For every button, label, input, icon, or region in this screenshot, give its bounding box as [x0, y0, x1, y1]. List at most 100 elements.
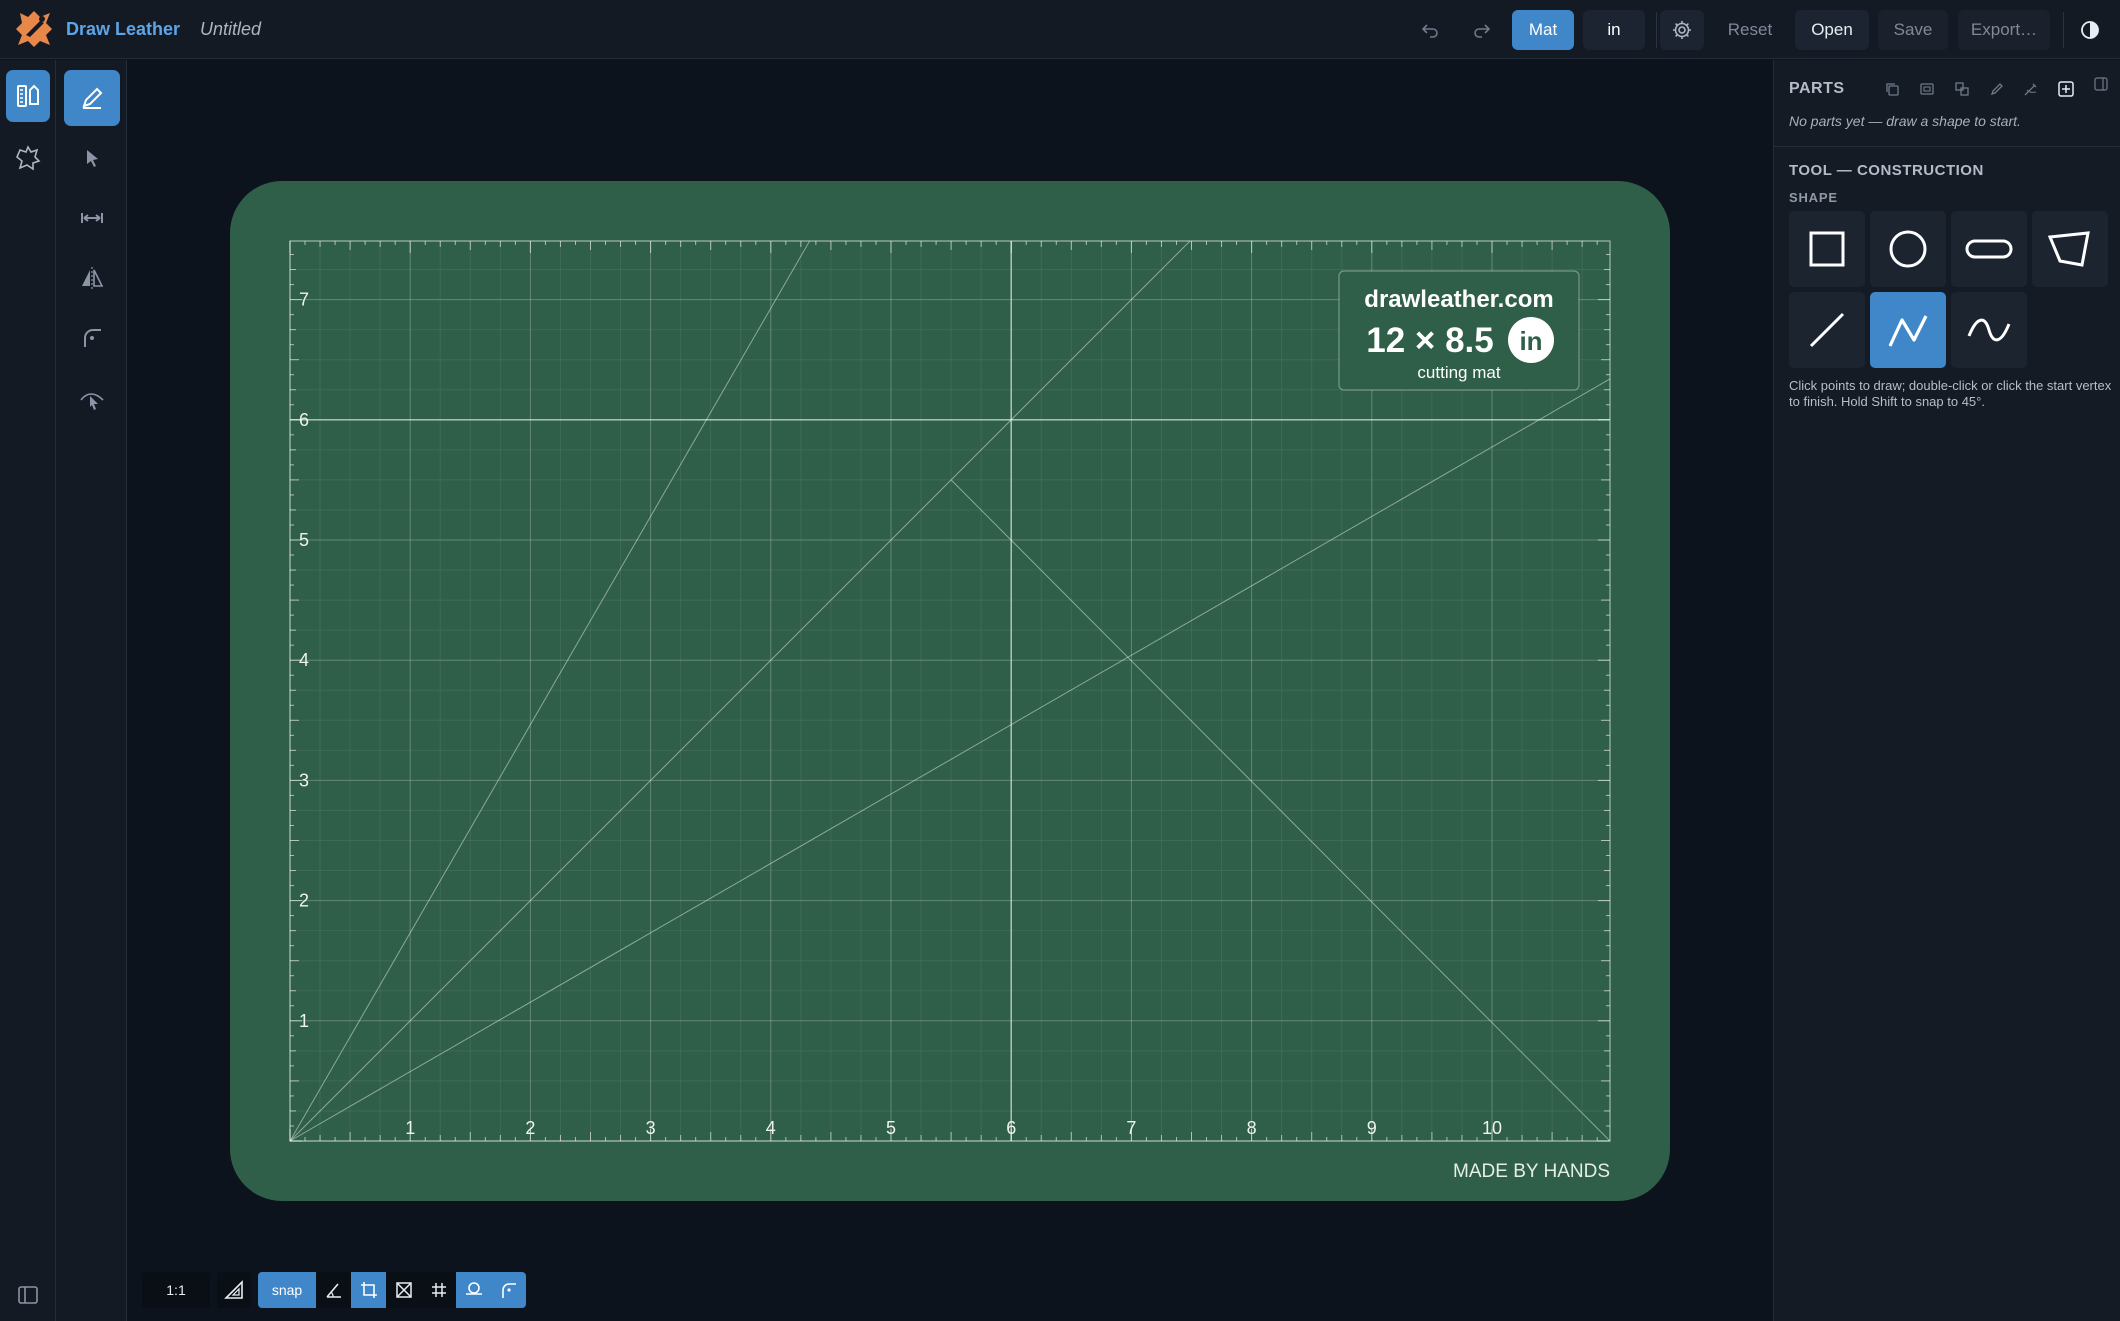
snap-corner-button[interactable]: [351, 1272, 386, 1308]
x-tick-label: 1: [405, 1118, 415, 1138]
panel-collapse-icon: [2094, 77, 2108, 91]
tool-rail: [56, 60, 127, 1321]
mirror-tool-button[interactable]: [64, 250, 120, 306]
mat-mode-button[interactable]: Mat: [1512, 10, 1574, 50]
redo-icon: [1474, 24, 1491, 38]
shape-slot-button[interactable]: [1951, 211, 2027, 287]
select-tool-button[interactable]: [64, 130, 120, 186]
reset-button[interactable]: Reset: [1718, 10, 1782, 50]
snap-tangent-button[interactable]: [456, 1272, 491, 1308]
cursor-arrow-icon: [87, 150, 98, 167]
mirror-icon: [82, 267, 104, 289]
shape-curve-button[interactable]: [1951, 292, 2027, 368]
x-tick-label: 4: [766, 1118, 776, 1138]
round-corner-tool-button[interactable]: [64, 310, 120, 366]
snap-center-button[interactable]: [386, 1272, 421, 1308]
units-button[interactable]: in: [1583, 10, 1645, 50]
mat-unit-badge: in: [1519, 326, 1542, 356]
capsule-icon: [1965, 239, 2013, 259]
needle-icon: [2024, 83, 2037, 96]
combine-icon: [1955, 82, 1969, 96]
parts-mode-button[interactable]: [6, 132, 50, 184]
snap-grid-button[interactable]: [421, 1272, 456, 1308]
parts-empty-message: No parts yet — draw a shape to start.: [1789, 113, 2021, 129]
bottom-toolbar: 1:1 snap: [142, 1272, 526, 1308]
circle-icon: [1889, 230, 1927, 268]
editor-mode-button[interactable]: [6, 70, 50, 122]
group-part-button[interactable]: [1913, 75, 1941, 103]
combine-part-button[interactable]: [1948, 75, 1976, 103]
x-tick-label: 8: [1247, 1118, 1257, 1138]
edit-part-button[interactable]: [1983, 75, 2011, 103]
shape-rectangle-button[interactable]: [1789, 211, 1865, 287]
snap-toggle-button[interactable]: snap: [258, 1272, 316, 1308]
measure-icon: [81, 213, 103, 223]
copy-icon: [1886, 83, 1899, 96]
divider: [1656, 12, 1657, 48]
undo-icon: [1421, 24, 1438, 38]
stitch-part-button[interactable]: [2017, 75, 2045, 103]
collapse-panel-button[interactable]: [2087, 70, 2115, 98]
shape-circle-button[interactable]: [1870, 211, 1946, 287]
tool-hint: Click points to draw; double-click or cl…: [1789, 378, 2112, 409]
mode-rail: [0, 60, 56, 1321]
add-box-icon: [2058, 81, 2074, 97]
line-icon: [1809, 312, 1845, 348]
gear-icon: [1673, 21, 1691, 39]
ruler-toggle-button[interactable]: [217, 1272, 251, 1308]
y-tick-label: 6: [299, 410, 309, 430]
toggle-sidebar-button[interactable]: [6, 1273, 50, 1317]
square-icon: [1809, 231, 1845, 267]
snap-group: snap: [258, 1272, 526, 1308]
x-tick-label: 9: [1367, 1118, 1377, 1138]
y-tick-label: 1: [299, 1011, 309, 1031]
contrast-icon: [2081, 21, 2099, 39]
snap-arc-button[interactable]: [491, 1272, 526, 1308]
right-panel: PARTS No parts yet — draw a shape to sta…: [1773, 60, 2120, 1321]
shape-line-button[interactable]: [1789, 292, 1865, 368]
x-tick-label: 3: [646, 1118, 656, 1138]
drawing-canvas[interactable]: 1 2 3 4 5 6 7 8 9 10 1 2 3 4 5 6 7 drawleather.com 12 ×…: [127, 60, 1773, 1321]
document-title[interactable]: Untitled: [200, 19, 261, 40]
pen-tool-button[interactable]: [64, 70, 120, 126]
shape-polyline-button[interactable]: [1870, 292, 1946, 368]
node-edit-tool-button[interactable]: [64, 370, 120, 426]
tangent-icon: [465, 1282, 482, 1295]
crop-corner-icon: [360, 1282, 377, 1298]
cutting-mat[interactable]: 1 2 3 4 5 6 7 8 9 10 1 2 3 4 5 6 7 drawleather.com 12 ×…: [127, 60, 1773, 1321]
node-edit-icon: [80, 393, 104, 410]
undo-button[interactable]: [1408, 10, 1452, 50]
pencil-icon: [1990, 83, 2003, 96]
polygon-icon: [2047, 231, 2090, 267]
tool-title: TOOL — CONSTRUCTION: [1789, 162, 1984, 179]
export-button[interactable]: Export…: [1958, 10, 2050, 50]
polyline-icon: [1888, 315, 1928, 347]
open-button[interactable]: Open: [1795, 10, 1869, 50]
app-window: Draw Leather Untitled Mat in Reset Open …: [0, 0, 2120, 1321]
measure-tool-button[interactable]: [64, 190, 120, 246]
divider: [1774, 146, 2120, 147]
zoom-level[interactable]: 1:1: [142, 1272, 210, 1308]
duplicate-part-button[interactable]: [1878, 75, 1906, 103]
redo-button[interactable]: [1460, 10, 1504, 50]
save-button[interactable]: Save: [1878, 10, 1948, 50]
y-tick-label: 7: [299, 290, 309, 310]
x-tick-label: 5: [886, 1118, 896, 1138]
x-tick-label: 7: [1126, 1118, 1136, 1138]
shape-polygon-button[interactable]: [2032, 211, 2108, 287]
y-tick-label: 2: [299, 891, 309, 911]
layers-icon: [1920, 83, 1934, 95]
parts-title: PARTS: [1789, 80, 1845, 97]
theme-toggle-button[interactable]: [2068, 10, 2112, 50]
grid-hash-icon: [431, 1283, 446, 1297]
mat-brand: drawleather.com: [1364, 286, 1553, 313]
app-name: Draw Leather: [66, 19, 181, 39]
settings-button[interactable]: [1660, 10, 1704, 50]
angle-icon: [325, 1283, 341, 1298]
set-square-icon: [224, 1280, 243, 1299]
divider: [2063, 12, 2064, 48]
add-part-button[interactable]: [2052, 75, 2080, 103]
y-tick-label: 3: [299, 770, 309, 790]
snap-angle-button[interactable]: [316, 1272, 351, 1308]
mat-caption: cutting mat: [1417, 363, 1500, 382]
